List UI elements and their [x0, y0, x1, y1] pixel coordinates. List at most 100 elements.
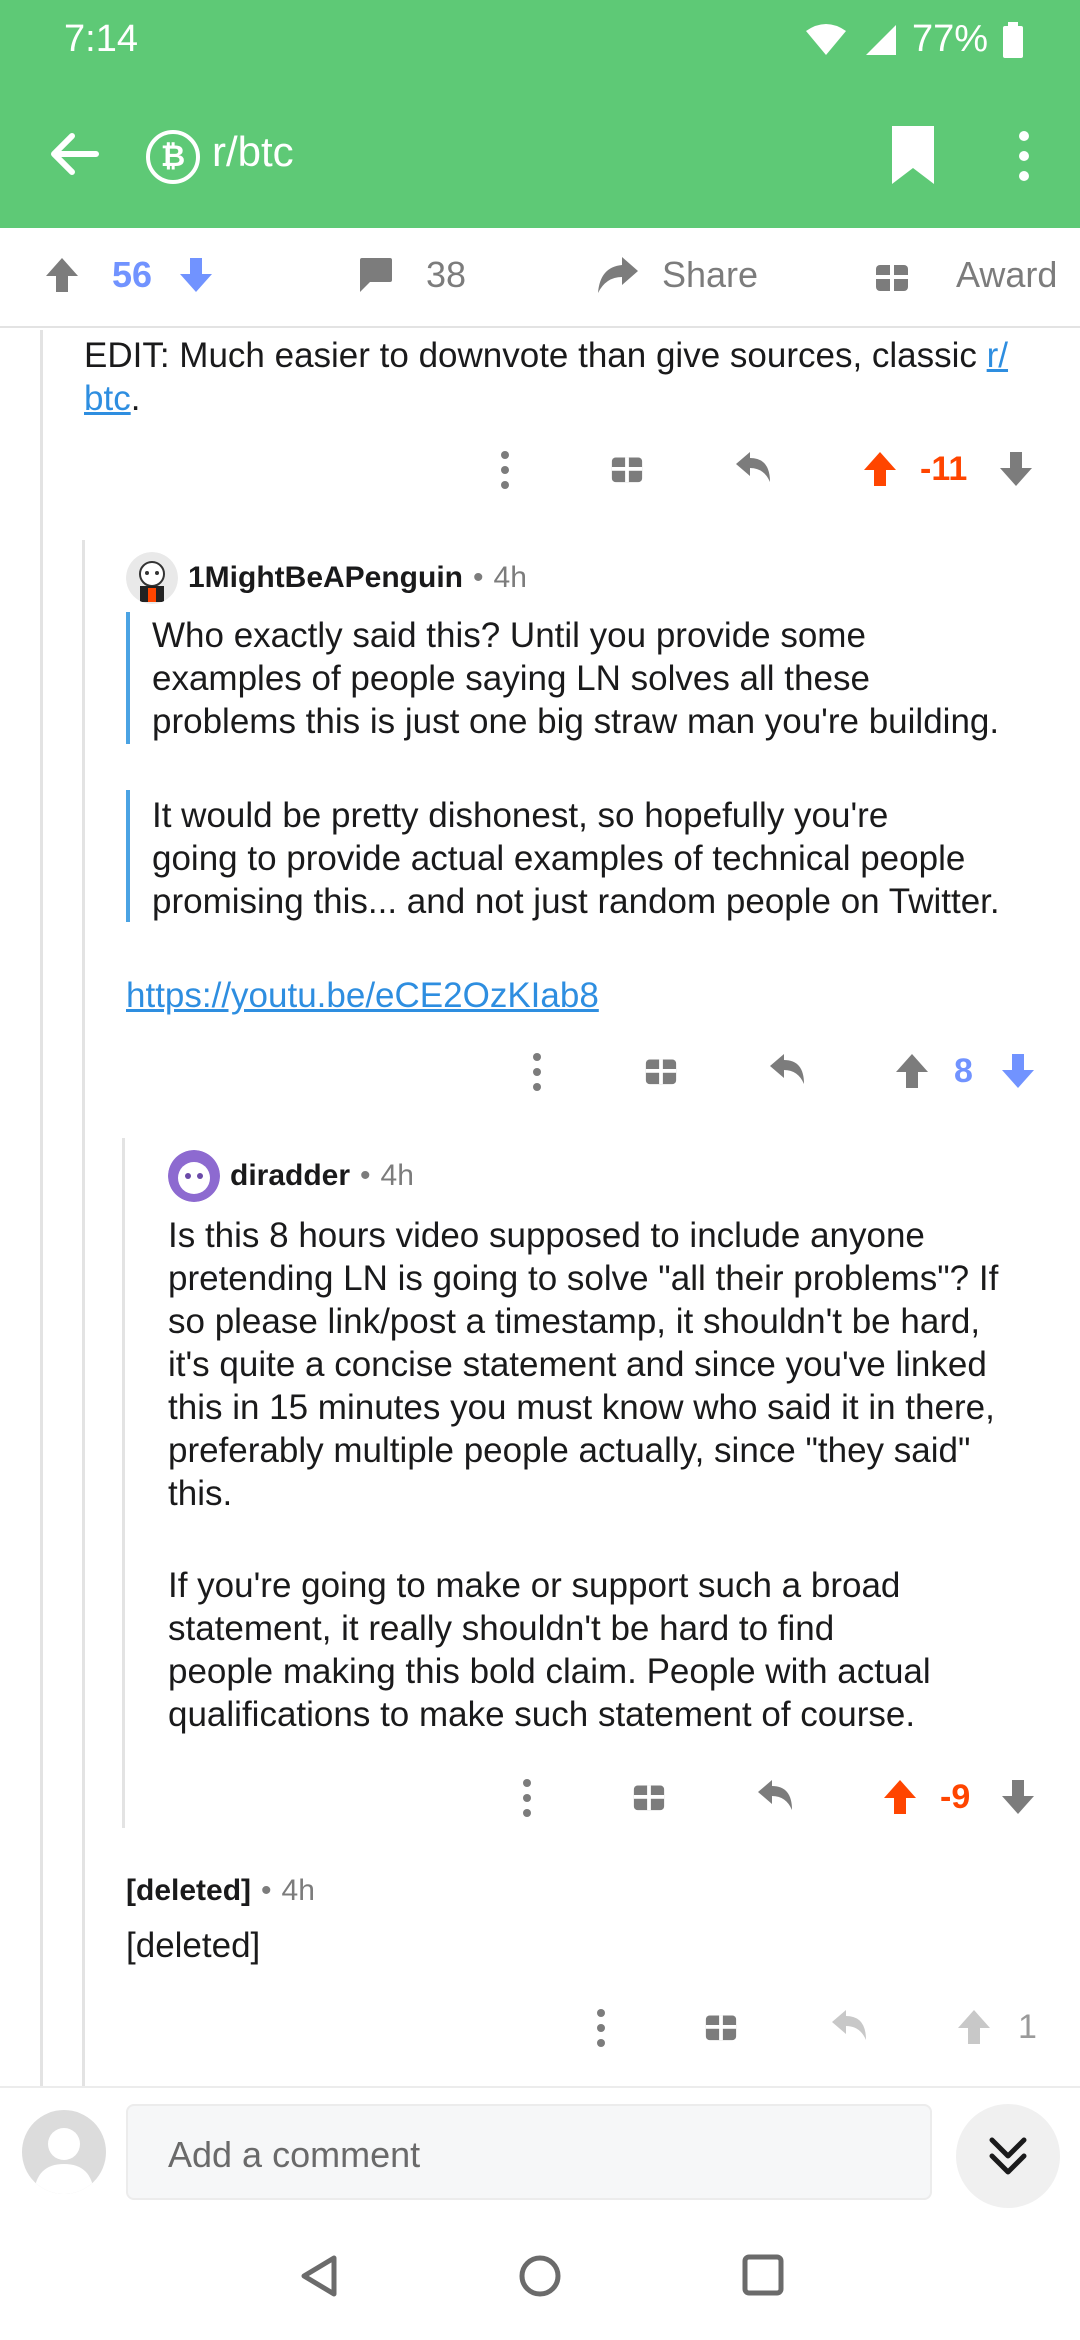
quote-bar	[126, 612, 130, 744]
thread-line-level3	[122, 1138, 125, 1828]
chevron-double-down-icon	[989, 2137, 1027, 2175]
upvote-icon[interactable]	[862, 450, 898, 488]
more-vert-icon[interactable]	[520, 1778, 534, 1818]
system-nav-bar	[0, 2216, 1080, 2340]
more-vert-icon[interactable]	[498, 450, 512, 490]
comment-meta: 1MightBeAPenguin • 4h	[126, 552, 527, 604]
quote-line-text: Who exactly said this? Until you provide…	[152, 616, 866, 655]
nav-home-icon[interactable]	[518, 2254, 562, 2298]
user-icon	[34, 2128, 94, 2194]
comment-body: EDIT: Much easier to downvote than give …	[84, 334, 1064, 420]
quote-line-text: going to provide actual examples of tech…	[152, 839, 966, 878]
battery-icon	[1003, 21, 1023, 58]
quote-bar	[126, 790, 130, 922]
comment-count: 38	[426, 254, 467, 295]
comment-actions: -9	[504, 1778, 1060, 1838]
comments-count[interactable]: 38	[356, 254, 466, 296]
avatar[interactable]	[126, 552, 178, 604]
upvote-icon	[958, 2010, 990, 2044]
battery-percent: 77%	[911, 18, 988, 60]
award-label: Award	[956, 254, 1058, 295]
comment-text: pretending LN is going to solve "all the…	[168, 1259, 999, 1298]
gift-icon[interactable]	[704, 2008, 738, 2042]
comment-text: .	[130, 379, 141, 418]
status-bar: 7:14 77%	[0, 0, 1080, 80]
thread-line-level1	[40, 330, 43, 2086]
thread-line-level2	[82, 540, 85, 2086]
comment-text: qualifications to make such statement of…	[168, 1695, 916, 1734]
comment-score: 8	[954, 1052, 973, 1090]
downvote-icon[interactable]	[178, 256, 214, 294]
comment-text: If you're going to make or support such …	[168, 1566, 901, 1605]
add-comment-input[interactable]: Add a comment	[126, 2104, 932, 2200]
top-bar: 7:14 77% ₿ r/btc	[0, 0, 1080, 228]
timestamp: 4h	[380, 1159, 414, 1192]
upvote-icon[interactable]	[894, 1052, 930, 1090]
reply-icon[interactable]	[768, 1052, 808, 1086]
comment-text: this.	[168, 1474, 233, 1513]
more-vert-icon[interactable]	[1004, 128, 1044, 184]
downvote-icon[interactable]	[998, 450, 1034, 488]
gift-icon[interactable]	[610, 450, 644, 484]
wifi-icon	[805, 23, 846, 55]
comment-icon	[360, 258, 392, 292]
nav-back-icon[interactable]	[298, 2254, 340, 2298]
status-icons: 77%	[804, 18, 1024, 61]
bookmark-icon[interactable]	[890, 124, 936, 186]
share-icon	[598, 257, 638, 293]
upvote-icon[interactable]	[882, 1778, 918, 1816]
comment-body: If you're going to make or support such …	[168, 1564, 1068, 1736]
more-vert-icon[interactable]	[530, 1052, 544, 1092]
post-score: 56	[112, 254, 153, 295]
comment-meta: [deleted] • 4h	[126, 1874, 315, 1908]
upvote-icon[interactable]	[44, 256, 80, 294]
separator: •	[261, 1874, 272, 1907]
quote-line-text: examples of people saying LN solves all …	[152, 659, 870, 698]
post-vote: 56	[44, 254, 214, 296]
more-vert-icon[interactable]	[594, 2008, 608, 2048]
gift-icon[interactable]	[644, 1052, 678, 1086]
blockquote: It would be pretty dishonest, so hopeful…	[152, 794, 1072, 923]
downvote-icon[interactable]	[1000, 1778, 1036, 1816]
reply-icon[interactable]	[734, 450, 774, 484]
comment-text: statement, it really shouldn't be hard t…	[168, 1609, 835, 1648]
username[interactable]: 1MightBeAPenguin	[188, 561, 463, 595]
quote-line-text: problems this is just one big straw man …	[152, 702, 1000, 741]
downvote-icon[interactable]	[1000, 1052, 1036, 1090]
username[interactable]: diradder	[230, 1159, 350, 1193]
video-link[interactable]: https://youtu.be/eCE2OzKIab8	[126, 974, 599, 1017]
subreddit-title[interactable]: r/btc	[212, 128, 294, 176]
comment-text: Is this 8 hours video supposed to includ…	[168, 1216, 925, 1255]
username: [deleted]	[126, 1874, 252, 1907]
comment-score: -11	[920, 450, 968, 488]
reply-icon[interactable]	[756, 1778, 796, 1812]
subreddit-link[interactable]: btc	[84, 379, 131, 418]
next-comment-button[interactable]	[956, 2104, 1060, 2208]
comment-body: [deleted]	[126, 1926, 261, 1965]
quote-line-text: promising this... and not just random pe…	[152, 882, 1000, 921]
comment-score: -9	[940, 1778, 971, 1816]
timestamp: 4h	[281, 1874, 315, 1907]
reply-icon	[832, 2010, 866, 2040]
comment-text: this in 15 minutes you must know who sai…	[168, 1388, 995, 1427]
comment-text: so please link/post a timestamp, it shou…	[168, 1302, 981, 1341]
comment-body: Is this 8 hours video supposed to includ…	[168, 1214, 1068, 1515]
comment-actions: -11	[480, 450, 1060, 510]
comment-composer: Add a comment	[0, 2086, 1080, 2216]
separator: •	[473, 561, 484, 594]
subreddit-link[interactable]: r/	[987, 336, 1008, 375]
back-arrow-icon[interactable]	[44, 124, 104, 184]
separator: •	[360, 1159, 371, 1192]
comment-text: it's quite a concise statement and since…	[168, 1345, 987, 1384]
comment-actions: 1	[586, 2008, 1060, 2068]
gift-icon	[876, 265, 908, 291]
comment-meta: diradder • 4h	[168, 1150, 414, 1202]
avatar[interactable]	[22, 2110, 106, 2194]
status-time: 7:14	[64, 18, 138, 60]
avatar[interactable]	[168, 1150, 220, 1202]
comment-text: preferably multiple people actually, sin…	[168, 1431, 971, 1470]
award-button[interactable]: Award	[874, 254, 1057, 296]
gift-icon[interactable]	[632, 1778, 666, 1812]
nav-recents-icon[interactable]	[742, 2254, 784, 2296]
share-button[interactable]: Share	[596, 254, 758, 296]
